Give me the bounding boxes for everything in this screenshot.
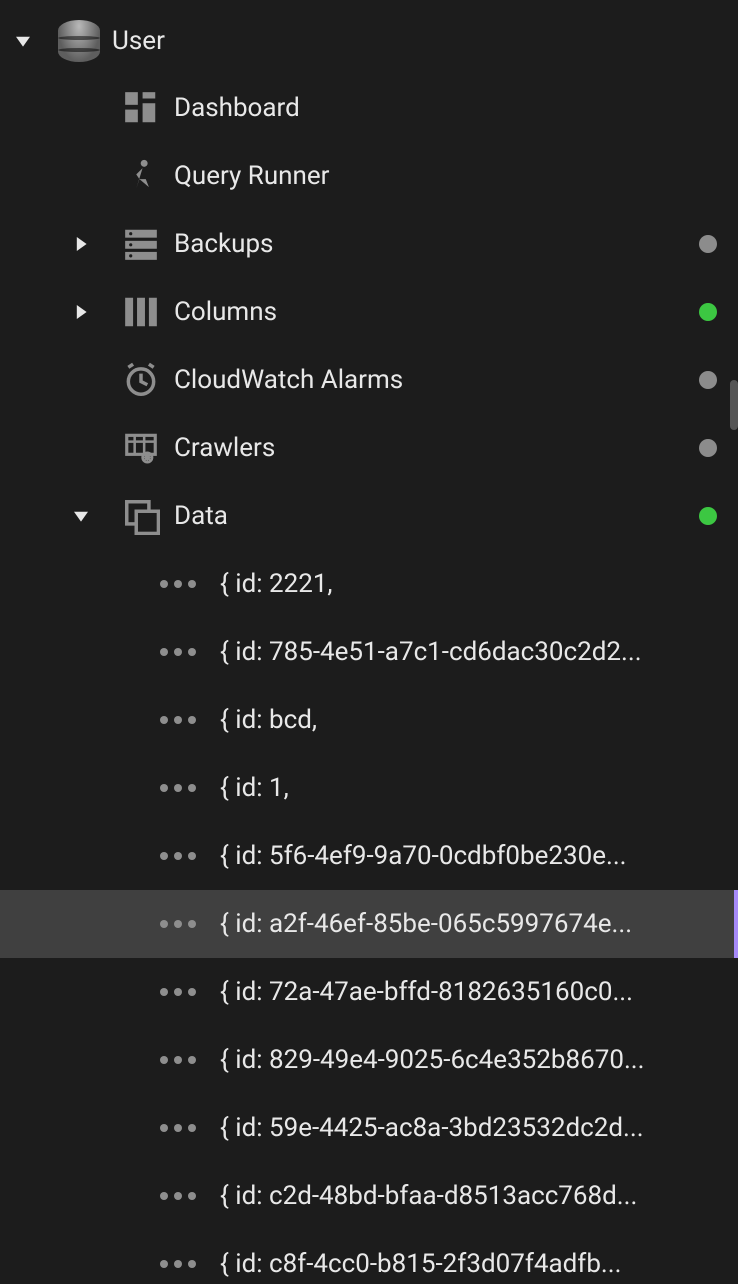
runner-icon — [108, 157, 174, 195]
database-icon — [46, 20, 112, 62]
data-row[interactable]: { id: c2d-48bd-bfaa-d8513acc768d... — [0, 1162, 738, 1230]
data-row-label: { id: 829-49e4-9025-6c4e352b8670... — [220, 1045, 645, 1075]
data-icon — [108, 497, 174, 535]
status-dot-green — [699, 507, 717, 525]
data-row[interactable]: { id: 1, — [0, 754, 738, 822]
ellipsis-icon — [160, 1056, 196, 1064]
ellipsis-icon — [160, 1260, 196, 1268]
tree-item-dashboard[interactable]: Dashboard — [0, 74, 738, 142]
ellipsis-icon — [160, 784, 196, 792]
data-row-label: { id: 72a-47ae-bffd-8182635160c0... — [220, 977, 633, 1007]
tree-item-label: Columns — [174, 297, 678, 327]
server-icon — [108, 225, 174, 263]
data-row-label: { id: 785-4e51-a7c1-cd6dac30c2d2... — [220, 637, 642, 667]
data-row-label: { id: 1, — [220, 773, 289, 803]
data-row[interactable]: { id: 59e-4425-ac8a-3bd23532dc2d... — [0, 1094, 738, 1162]
tree-item-label: Data — [174, 501, 678, 531]
tree-item-queryrun[interactable]: Query Runner — [0, 142, 738, 210]
tree-view: User Dashboard Query Runner Backups Columns… — [0, 0, 738, 1284]
scrollbar-thumb[interactable] — [730, 380, 738, 430]
data-row-label: { id: 2221, — [220, 569, 333, 599]
ellipsis-icon — [160, 920, 196, 928]
data-row[interactable]: { id: 5f6-4ef9-9a70-0cdbf0be230e... — [0, 822, 738, 890]
data-row-label: { id: bcd, — [220, 705, 317, 735]
tree-item-data[interactable]: Data — [0, 482, 738, 550]
chevron-right-icon[interactable] — [74, 237, 88, 251]
status-dot-green — [699, 303, 717, 321]
status-dot-grey — [699, 235, 717, 253]
tree-item-cwalarms[interactable]: CloudWatch Alarms — [0, 346, 738, 414]
data-row[interactable]: { id: 785-4e51-a7c1-cd6dac30c2d2... — [0, 618, 738, 686]
ellipsis-icon — [160, 1192, 196, 1200]
tree-item-columns[interactable]: Columns — [0, 278, 738, 346]
data-row[interactable]: { id: 2221, — [0, 550, 738, 618]
ellipsis-icon — [160, 1124, 196, 1132]
data-row-label: { id: 5f6-4ef9-9a70-0cdbf0be230e... — [220, 841, 627, 871]
data-row-label: { id: c2d-48bd-bfaa-d8513acc768d... — [220, 1181, 637, 1211]
tree-item-crawlers[interactable]: Crawlers — [0, 414, 738, 482]
tree-item-root[interactable]: User — [0, 8, 738, 74]
status-dot-grey — [699, 439, 717, 457]
chevron-down-icon[interactable] — [74, 509, 88, 523]
ellipsis-icon — [160, 716, 196, 724]
data-row[interactable]: { id: a2f-46ef-85be-065c5997674e... — [0, 890, 738, 958]
tree-item-backups[interactable]: Backups — [0, 210, 738, 278]
status-dot-grey — [699, 371, 717, 389]
ellipsis-icon — [160, 648, 196, 656]
tree-item-label: Dashboard — [174, 93, 678, 123]
tree-item-label: Crawlers — [174, 433, 678, 463]
chevron-right-icon[interactable] — [74, 305, 88, 319]
crawler-icon — [108, 429, 174, 467]
ellipsis-icon — [160, 852, 196, 860]
ellipsis-icon — [160, 580, 196, 588]
chevron-down-icon — [16, 34, 30, 48]
tree-item-label: Query Runner — [174, 161, 678, 191]
columns-icon — [108, 293, 174, 331]
root-label: User — [112, 26, 738, 56]
tree-item-label: CloudWatch Alarms — [174, 365, 678, 395]
data-row[interactable]: { id: 829-49e4-9025-6c4e352b8670... — [0, 1026, 738, 1094]
tree-item-label: Backups — [174, 229, 678, 259]
data-row-label: { id: c8f-4cc0-b815-2f3d07f4adfb... — [220, 1249, 622, 1279]
data-row-label: { id: 59e-4425-ac8a-3bd23532dc2d... — [220, 1113, 644, 1143]
data-row[interactable]: { id: 72a-47ae-bffd-8182635160c0... — [0, 958, 738, 1026]
data-row-label: { id: a2f-46ef-85be-065c5997674e... — [220, 909, 632, 939]
data-row[interactable]: { id: bcd, — [0, 686, 738, 754]
alarm-icon — [108, 361, 174, 399]
dashboard-icon — [108, 89, 174, 127]
ellipsis-icon — [160, 988, 196, 996]
data-row[interactable]: { id: c8f-4cc0-b815-2f3d07f4adfb... — [0, 1230, 738, 1284]
